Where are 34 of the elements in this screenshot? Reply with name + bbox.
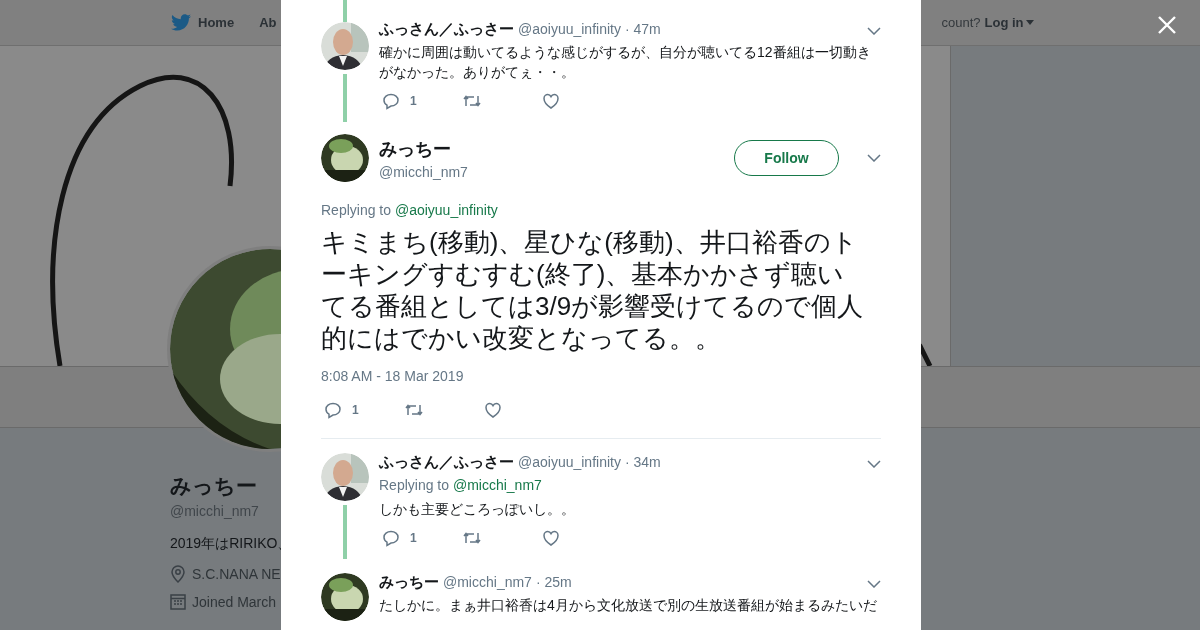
author-handle[interactable]: @aoiyuu_infinity xyxy=(518,454,621,470)
reply-count: 1 xyxy=(410,531,417,545)
location-icon xyxy=(170,565,186,583)
login-button[interactable]: Log in xyxy=(984,15,1034,30)
author-name[interactable]: ふっさん／ふっさー xyxy=(379,453,514,472)
tweet-text: しかも主要どころっぽいし。。 xyxy=(379,500,576,519)
profile-name: みっちー xyxy=(170,473,257,499)
tweet-time[interactable]: · 25m xyxy=(535,574,572,590)
profile-handle: @micchi_nm7 xyxy=(170,503,259,519)
author-handle[interactable]: @aoiyuu_infinity xyxy=(518,21,621,37)
home-link[interactable]: Home xyxy=(171,14,235,31)
caret-icon xyxy=(1025,20,1034,25)
calendar-icon xyxy=(170,593,186,610)
tweet-time[interactable]: · 47m xyxy=(624,21,661,37)
replying-label: Replying to xyxy=(379,477,450,493)
mention-link[interactable]: @micchi_nm7 xyxy=(452,477,542,493)
reply-icon[interactable] xyxy=(382,529,400,547)
bird-icon xyxy=(171,14,191,31)
profile-location: S.C.NANA NE xyxy=(192,566,281,582)
author-handle[interactable]: @micchi_nm7 xyxy=(443,574,532,590)
like-icon[interactable] xyxy=(542,529,560,547)
profile-joined: Joined March xyxy=(192,593,277,610)
tweet-time[interactable]: · 34m xyxy=(624,454,661,470)
nav-link[interactable]: Ab xyxy=(259,15,277,30)
author-name[interactable]: みっちー xyxy=(379,573,439,592)
caret-icon[interactable] xyxy=(867,460,881,468)
profile-bio: 2019年はRIRIKO、 xyxy=(170,535,292,553)
account-prompt: count? xyxy=(941,15,981,30)
caret-icon[interactable] xyxy=(867,580,881,588)
caret-icon[interactable] xyxy=(867,27,881,35)
like-icon[interactable] xyxy=(484,401,502,419)
close-icon[interactable] xyxy=(1158,16,1176,34)
author-name[interactable]: ふっさん／ふっさー xyxy=(379,20,514,39)
tweet-text: たしかに。まぁ井口裕香は4月から文化放送で別の生放送番組が始まるみたいだ xyxy=(379,596,878,615)
